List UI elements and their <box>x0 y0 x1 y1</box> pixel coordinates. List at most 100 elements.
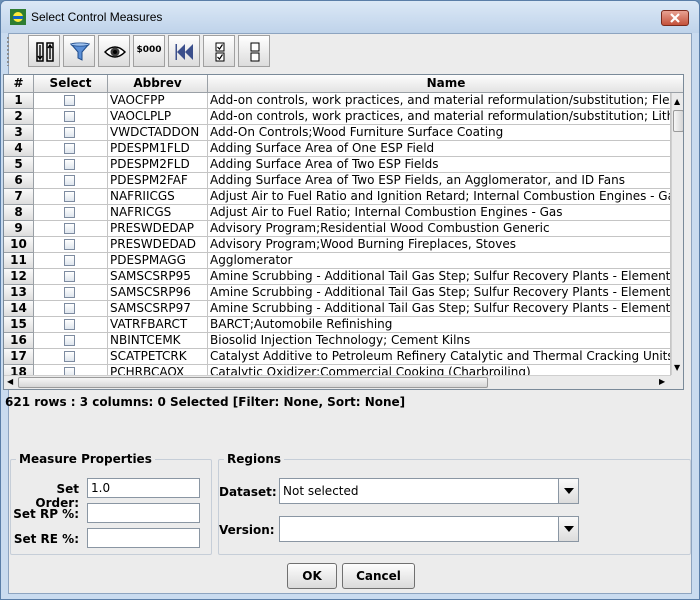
select-cell <box>34 141 108 157</box>
scroll-right-icon[interactable]: ▶ <box>659 377 665 386</box>
row-number[interactable]: 6 <box>4 173 34 189</box>
row-number[interactable]: 16 <box>4 333 34 349</box>
row-select-checkbox[interactable] <box>64 303 75 314</box>
row-number[interactable]: 17 <box>4 349 34 365</box>
table-row[interactable]: 4 PDESPM1FLD Adding Surface Area of One ES… <box>4 141 671 157</box>
scroll-left-icon[interactable]: ◀ <box>7 377 13 386</box>
version-select[interactable] <box>279 516 579 542</box>
name-cell: Add-on controls, work practices, and mat… <box>208 93 671 109</box>
row-number[interactable]: 9 <box>4 221 34 237</box>
table-status: 621 rows : 3 columns: 0 Selected [Filter… <box>5 395 406 409</box>
table-row[interactable]: 9 PRESWDEDAP Advisory Program;Residential … <box>4 221 671 237</box>
dataset-dropdown-button[interactable] <box>558 479 578 503</box>
row-select-checkbox[interactable] <box>64 335 75 346</box>
abbrev-cell: NAFRICGS <box>108 205 208 221</box>
row-select-checkbox[interactable] <box>64 111 75 122</box>
table-row[interactable]: 1 VAOCFPP Add-on controls, work practices,… <box>4 93 671 109</box>
row-select-checkbox[interactable] <box>64 351 75 362</box>
row-number[interactable]: 4 <box>4 141 34 157</box>
table-row[interactable]: 13 SAMSCSRP96 Amine Scrubbing - Additional… <box>4 285 671 301</box>
reset-columns-button[interactable] <box>168 35 200 67</box>
row-number[interactable]: 3 <box>4 125 34 141</box>
row-number[interactable]: 13 <box>4 285 34 301</box>
row-select-checkbox[interactable] <box>64 223 75 234</box>
set-re-input[interactable] <box>87 528 200 548</box>
name-cell: Agglomerator <box>208 253 671 269</box>
column-header-select[interactable]: Select <box>34 75 108 93</box>
table-row[interactable]: 2 VAOCLPLP Add-on controls, work practices… <box>4 109 671 125</box>
row-select-checkbox[interactable] <box>64 159 75 170</box>
set-order-input[interactable]: 1.0 <box>87 478 200 498</box>
table-row[interactable]: 7 NAFRIICGS Adjust Air to Fuel Ratio and I… <box>4 189 671 205</box>
row-select-checkbox[interactable] <box>64 127 75 138</box>
vertical-scrollbar[interactable]: ▲ ▼ <box>671 93 683 375</box>
row-number[interactable]: 5 <box>4 157 34 173</box>
abbrev-cell: PRESWDEDAP <box>108 221 208 237</box>
row-select-checkbox[interactable] <box>64 271 75 282</box>
version-dropdown-button[interactable] <box>558 517 578 541</box>
scroll-up-icon[interactable]: ▲ <box>674 97 680 106</box>
set-rp-input[interactable] <box>87 503 200 523</box>
row-number[interactable]: 1 <box>4 93 34 109</box>
sort-icon <box>36 42 54 62</box>
row-number[interactable]: 8 <box>4 205 34 221</box>
row-number[interactable]: 2 <box>4 109 34 125</box>
view-button[interactable] <box>98 35 130 67</box>
table-row[interactable]: 10 PRESWDEDAD Advisory Program;Wood Burnin… <box>4 237 671 253</box>
scroll-down-icon[interactable]: ▼ <box>674 363 680 372</box>
row-select-checkbox[interactable] <box>64 367 75 375</box>
column-header-number[interactable]: # <box>4 75 34 93</box>
dataset-select[interactable]: Not selected <box>279 478 579 504</box>
row-select-checkbox[interactable] <box>64 191 75 202</box>
ok-button[interactable]: OK <box>287 563 337 589</box>
row-number[interactable]: 12 <box>4 269 34 285</box>
row-number[interactable]: 15 <box>4 317 34 333</box>
table-row[interactable]: 5 PDESPM2FLD Adding Surface Area of Two ES… <box>4 157 671 173</box>
select-cell <box>34 333 108 349</box>
column-header-abbrev[interactable]: Abbrev <box>108 75 208 93</box>
table-row[interactable]: 3 VWDCTADDON Add-On Controls;Wood Furnitur… <box>4 125 671 141</box>
table-row[interactable]: 17 SCATPETCRK Catalyst Additive to Petrole… <box>4 349 671 365</box>
chevron-down-icon <box>564 526 574 532</box>
row-number[interactable]: 11 <box>4 253 34 269</box>
name-cell: Advisory Program;Wood Burning Fireplaces… <box>208 237 671 253</box>
format-currency-button[interactable]: $000 <box>133 35 165 67</box>
window-title: Select Control Measures <box>31 10 163 24</box>
row-number[interactable]: 10 <box>4 237 34 253</box>
horizontal-scroll-thumb[interactable] <box>18 377 488 388</box>
vertical-scroll-thumb[interactable] <box>673 110 683 132</box>
row-number[interactable]: 7 <box>4 189 34 205</box>
table-row[interactable]: 12 SAMSCSRP95 Amine Scrubbing - Additional… <box>4 269 671 285</box>
row-select-checkbox[interactable] <box>64 175 75 186</box>
row-select-checkbox[interactable] <box>64 143 75 154</box>
row-select-checkbox[interactable] <box>64 95 75 106</box>
column-header-name[interactable]: Name <box>208 75 683 93</box>
cancel-button[interactable]: Cancel <box>342 563 415 589</box>
row-select-checkbox[interactable] <box>64 207 75 218</box>
clear-all-button[interactable] <box>238 35 270 67</box>
row-select-checkbox[interactable] <box>64 239 75 250</box>
table-row[interactable]: 16 NBINTCEMK Biosolid Injection Technology… <box>4 333 671 349</box>
name-cell: Catalyst Additive to Petroleum Refinery … <box>208 349 671 365</box>
regions-legend: Regions <box>224 452 285 466</box>
name-cell: Biosolid Injection Technology; Cement Ki… <box>208 333 671 349</box>
table-row[interactable]: 6 PDESPM2FAF Adding Surface Area of Two ES… <box>4 173 671 189</box>
row-number[interactable]: 18 <box>4 365 34 375</box>
toolbar-grip[interactable] <box>6 36 10 66</box>
table-row[interactable]: 8 NAFRICGS Adjust Air to Fuel Ratio; Inter… <box>4 205 671 221</box>
row-select-checkbox[interactable] <box>64 287 75 298</box>
table-row[interactable]: 18 PCHRBCAOX Catalytic Oxidizer;Commercial… <box>4 365 671 375</box>
select-all-button[interactable] <box>203 35 235 67</box>
row-select-checkbox[interactable] <box>64 319 75 330</box>
abbrev-cell: VATRFBARCT <box>108 317 208 333</box>
table-row[interactable]: 14 SAMSCSRP97 Amine Scrubbing - Additional… <box>4 301 671 317</box>
table-row[interactable]: 15 VATRFBARCT BARCT;Automobile Refinishing <box>4 317 671 333</box>
sort-button[interactable] <box>28 35 60 67</box>
title-bar[interactable]: Select Control Measures <box>1 1 699 33</box>
horizontal-scrollbar[interactable]: ◀ ▶ <box>4 375 671 389</box>
table-row[interactable]: 11 PDESPMAGG Agglomerator <box>4 253 671 269</box>
row-number[interactable]: 14 <box>4 301 34 317</box>
row-select-checkbox[interactable] <box>64 255 75 266</box>
close-button[interactable] <box>661 10 689 26</box>
filter-button[interactable] <box>63 35 95 67</box>
